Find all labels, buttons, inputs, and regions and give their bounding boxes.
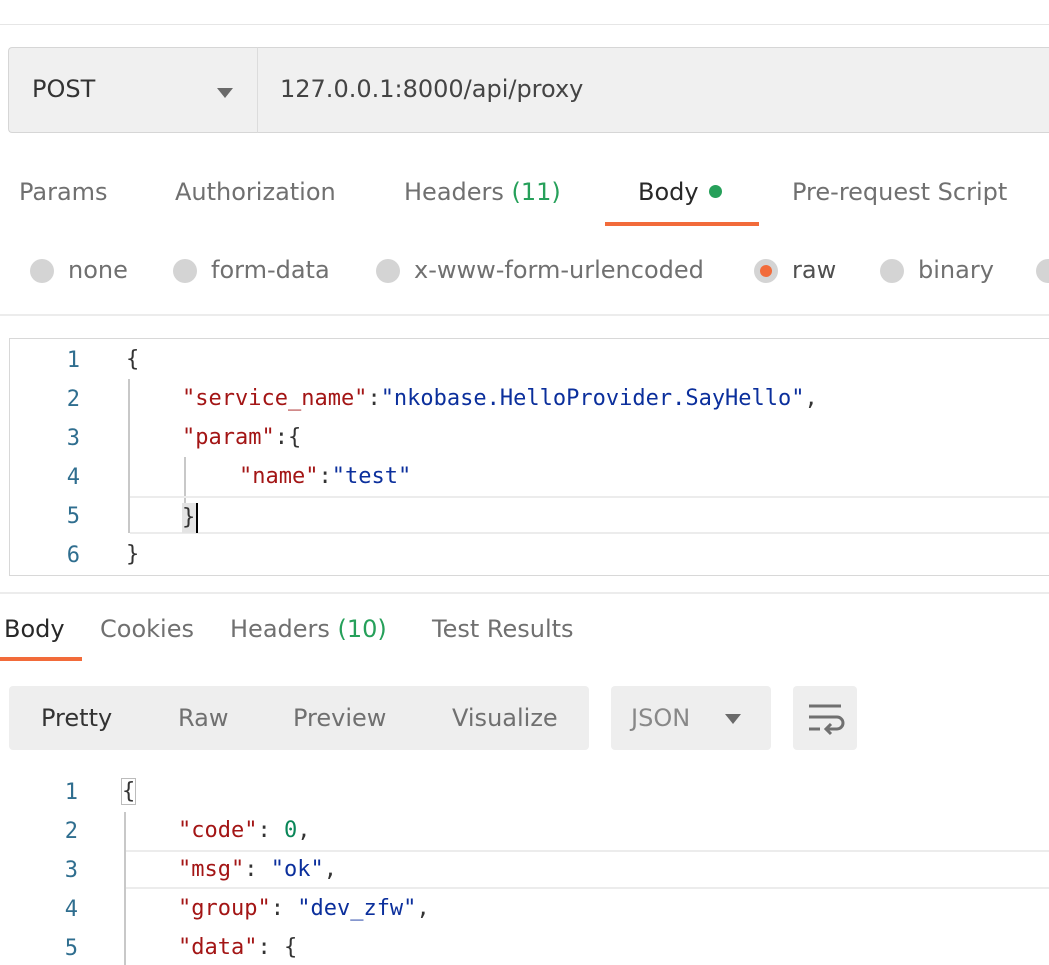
view-pretty[interactable]: Pretty	[41, 704, 112, 732]
code-line: "data": {	[178, 935, 298, 960]
code-line: "name":"test"	[239, 464, 412, 489]
radio-raw-label: raw	[792, 256, 837, 284]
radio-circle-icon	[1036, 259, 1049, 283]
response-headers-count: (10)	[337, 615, 387, 643]
radio-circle-icon	[376, 259, 400, 283]
radio-circle-icon	[30, 259, 54, 283]
radio-circle-icon	[173, 259, 197, 283]
green-dot-icon	[708, 184, 722, 198]
response-tab-test-results[interactable]: Test Results	[432, 615, 574, 643]
top-divider	[0, 24, 1049, 25]
line-number: 2	[66, 387, 80, 412]
section-divider	[0, 592, 1049, 594]
code-line: {	[126, 347, 140, 372]
current-line-highlight	[130, 532, 1049, 534]
tab-pre-request-script[interactable]: Pre-request Script	[792, 178, 1007, 206]
indent-guide	[128, 379, 130, 533]
response-tab-body[interactable]: Body	[4, 615, 65, 643]
chevron-down-icon	[217, 88, 233, 98]
view-visualize[interactable]: Visualize	[452, 704, 558, 732]
radio-binary-label: binary	[918, 256, 994, 284]
tab-body[interactable]: Body	[638, 178, 722, 206]
line-number: 3	[66, 426, 80, 451]
code-line: "msg": "ok",	[178, 857, 337, 882]
headers-count: (11)	[511, 178, 561, 206]
active-tab-underline	[605, 222, 759, 226]
tab-authorization[interactable]: Authorization	[175, 178, 336, 206]
response-tab-cookies[interactable]: Cookies	[100, 615, 194, 643]
view-mode-bar: Pretty Raw Preview Visualize	[9, 686, 589, 750]
request-bar: POST 127.0.0.1:8000/api/proxy	[8, 47, 1049, 133]
line-number: 4	[64, 897, 78, 922]
format-select[interactable]: JSON	[611, 686, 771, 750]
radio-none-label: none	[68, 256, 128, 284]
method-label: POST	[32, 75, 96, 103]
radio-graphql-partial[interactable]	[1036, 256, 1049, 286]
line-number: 4	[66, 465, 80, 490]
response-tab-headers[interactable]: Headers (10)	[230, 615, 387, 643]
method-select[interactable]: POST	[8, 47, 258, 133]
tab-params[interactable]: Params	[19, 178, 108, 206]
line-number: 1	[64, 780, 78, 805]
current-line-highlight	[126, 887, 1049, 889]
active-tab-underline	[0, 657, 82, 661]
code-line: {	[120, 778, 137, 805]
tab-headers[interactable]: Headers (11)	[404, 178, 561, 206]
current-line-highlight	[130, 496, 1049, 498]
radio-circle-icon	[880, 259, 904, 283]
code-line: }	[182, 503, 199, 533]
url-text: 127.0.0.1:8000/api/proxy	[280, 75, 584, 103]
line-number: 5	[66, 504, 80, 529]
wrap-lines-button[interactable]	[793, 686, 857, 750]
radio-selected-icon	[754, 259, 778, 283]
chevron-down-icon	[725, 714, 741, 724]
code-line: "group": "dev_zfw",	[178, 896, 430, 921]
tab-headers-label: Headers	[404, 178, 504, 206]
section-divider	[0, 314, 1049, 316]
radio-form-data-label: form-data	[211, 256, 330, 284]
code-line: "code": 0,	[178, 818, 311, 843]
response-tab-headers-label: Headers	[230, 615, 330, 643]
line-number: 5	[64, 936, 78, 961]
url-input[interactable]: 127.0.0.1:8000/api/proxy	[257, 47, 1049, 133]
view-preview[interactable]: Preview	[293, 704, 386, 732]
line-number: 2	[64, 819, 78, 844]
text-cursor	[196, 503, 199, 533]
code-line: "service_name":"nkobase.HelloProvider.Sa…	[182, 386, 818, 411]
response-body-viewer[interactable]: 1 2 3 4 5 { "code": 0, "msg": "ok", "gro…	[0, 768, 1049, 965]
view-raw[interactable]: Raw	[178, 704, 228, 732]
line-number: 3	[64, 858, 78, 883]
line-number: 1	[66, 348, 80, 373]
code-line: }	[126, 542, 140, 567]
current-line-highlight	[126, 850, 1049, 852]
line-number: 6	[66, 543, 80, 568]
tab-body-label: Body	[638, 178, 699, 206]
wrap-lines-icon	[809, 704, 845, 736]
code-line: "param":{	[182, 425, 302, 450]
radio-urlencoded-label: x-www-form-urlencoded	[414, 256, 704, 284]
request-body-editor[interactable]: 1 2 3 4 5 6 { "service_name":"nkobase.He…	[9, 338, 1049, 576]
format-label: JSON	[631, 704, 691, 732]
